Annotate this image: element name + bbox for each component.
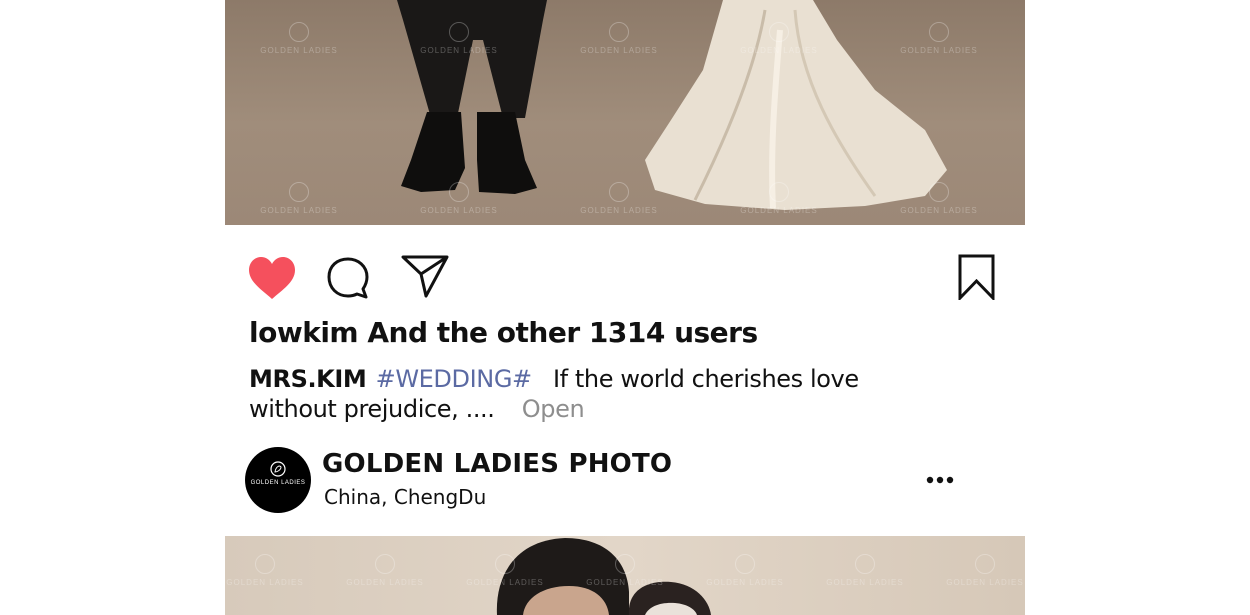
- profile-location[interactable]: China, ChengDu: [324, 485, 486, 509]
- watermark: GOLDEN LADIES: [925, 554, 1025, 587]
- likes-summary[interactable]: lowkim And the other 1314 users: [249, 316, 758, 349]
- watermark: GOLDEN LADIES: [225, 554, 325, 587]
- post-photo-bottom[interactable]: GOLDEN LADIES GOLDEN LADIES GOLDEN LADIE…: [225, 536, 1025, 615]
- location-country: China,: [324, 485, 388, 509]
- profile-name[interactable]: GOLDEN LADIES PHOTO: [322, 449, 672, 479]
- more-horizontal-icon[interactable]: [925, 473, 959, 487]
- watermark: GOLDEN LADIES: [719, 182, 839, 215]
- bookmark-icon[interactable]: [958, 254, 996, 300]
- paper-plane-icon[interactable]: [401, 255, 449, 299]
- watermark: GOLDEN LADIES: [559, 22, 679, 55]
- watermark: GOLDEN LADIES: [565, 554, 685, 587]
- post-action-bar: [245, 250, 1005, 306]
- watermark: GOLDEN LADIES: [399, 22, 519, 55]
- comment-bubble-icon[interactable]: [327, 256, 371, 300]
- watermark: GOLDEN LADIES: [559, 182, 679, 215]
- watermark: GOLDEN LADIES: [239, 182, 359, 215]
- caption-hashtag[interactable]: #WEDDING#: [376, 365, 533, 393]
- caption-open-link[interactable]: Open: [522, 395, 585, 423]
- post-photo-top[interactable]: GOLDEN LADIES GOLDEN LADIES GOLDEN LADIE…: [225, 0, 1025, 225]
- watermark: GOLDEN LADIES: [399, 182, 519, 215]
- watermark: GOLDEN LADIES: [805, 554, 925, 587]
- avatar-wordmark: GOLDEN LADIES: [250, 480, 306, 486]
- watermark: GOLDEN LADIES: [719, 22, 839, 55]
- watermark: GOLDEN LADIES: [879, 22, 999, 55]
- location-city: ChengDu: [393, 485, 487, 509]
- watermark: GOLDEN LADIES: [445, 554, 565, 587]
- post-header: GOLDEN LADIES GOLDEN LADIES PHOTO China,…: [245, 447, 1005, 513]
- watermark: GOLDEN LADIES: [325, 554, 445, 587]
- post-caption: MRS.KIM #WEDDING# If the world cherishes…: [249, 364, 949, 424]
- watermark: GOLDEN LADIES: [239, 22, 359, 55]
- heart-filled-icon[interactable]: [248, 256, 296, 300]
- caption-username[interactable]: MRS.KIM: [249, 365, 367, 393]
- watermark: GOLDEN LADIES: [879, 182, 999, 215]
- avatar[interactable]: GOLDEN LADIES: [245, 447, 311, 513]
- watermark: GOLDEN LADIES: [685, 554, 805, 587]
